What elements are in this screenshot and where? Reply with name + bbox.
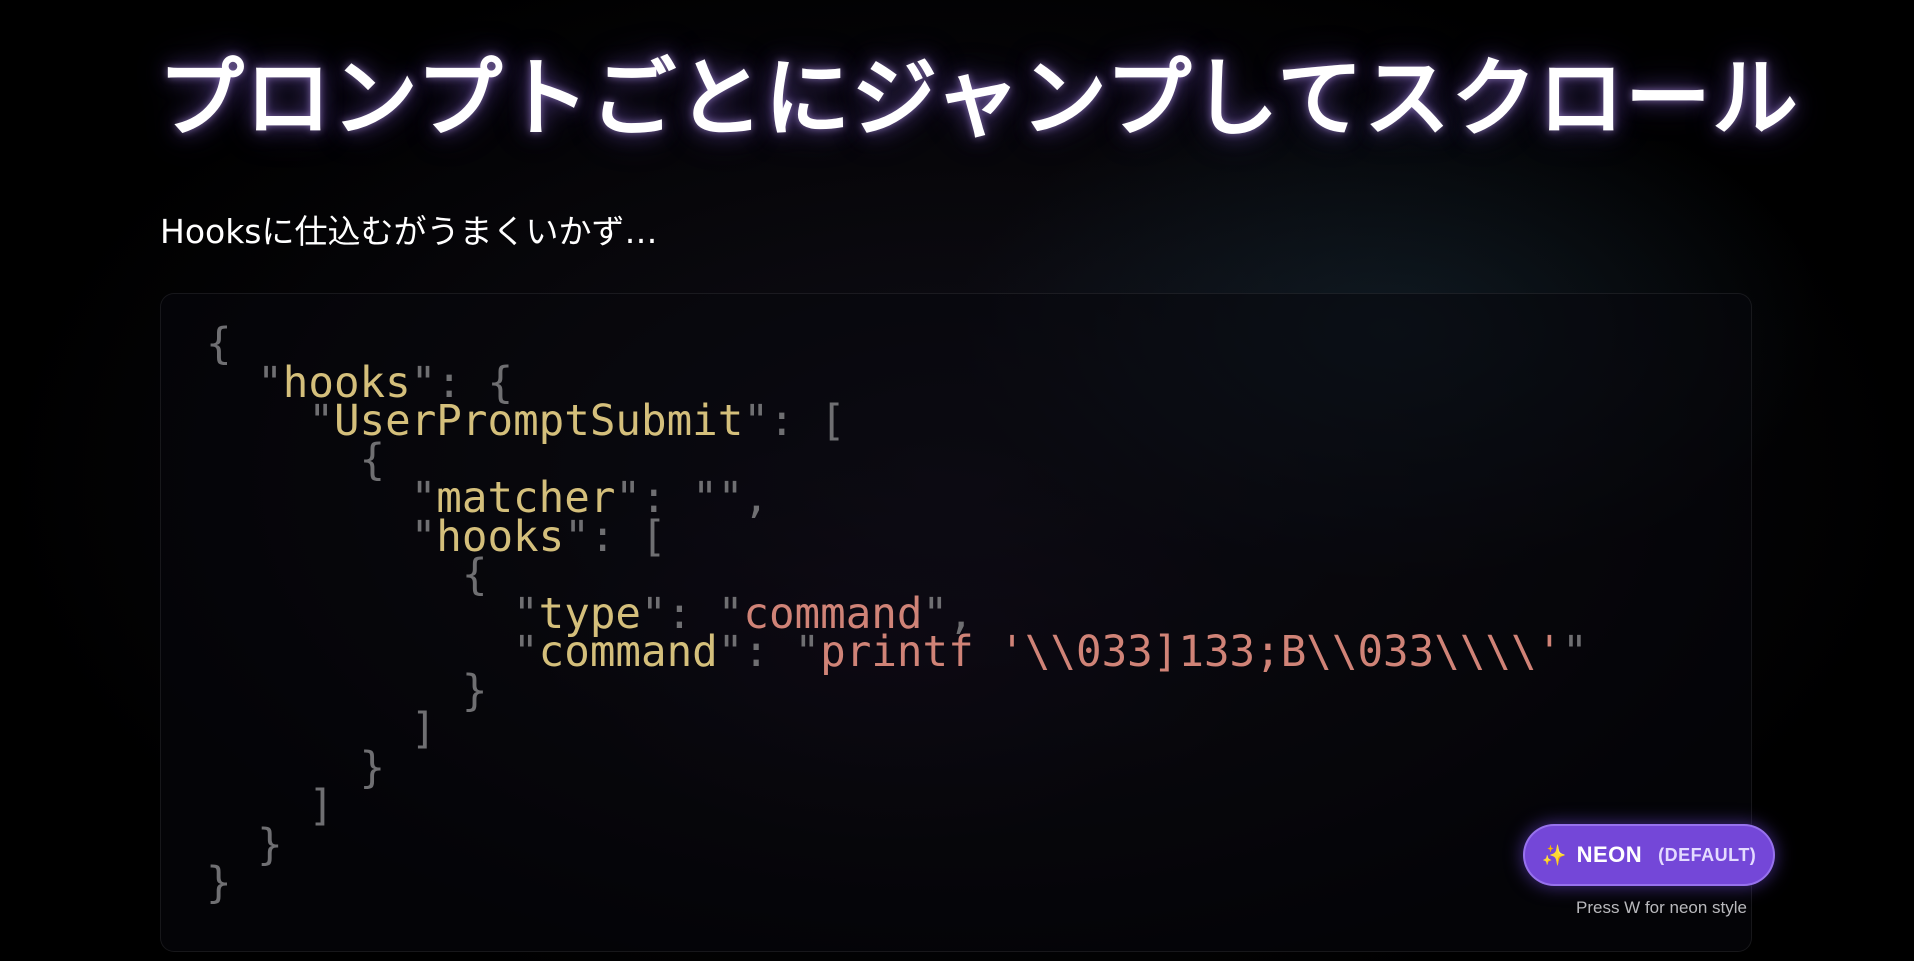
slide: プロンプトごとにジャンプしてスクロール Hooksに仕込むがうまくいかず… { … bbox=[0, 0, 1914, 961]
code-token-punc: " bbox=[1562, 628, 1588, 677]
slide-title: プロンプトごとにジャンプしてスクロール bbox=[158, 49, 1799, 149]
code-token-key: UserPromptSubmit bbox=[333, 397, 744, 446]
code-token-punc: " bbox=[794, 628, 821, 677]
style-hint: Press W for neon style bbox=[1576, 898, 1748, 917]
sparkles-icon: ✨ bbox=[1541, 843, 1567, 867]
code-token-punc: " bbox=[717, 628, 744, 677]
code-line: } bbox=[206, 824, 1588, 867]
code-token-punc: " bbox=[513, 628, 539, 677]
code-content: { "hooks": { "UserPromptSubmit": [ { "ma… bbox=[206, 323, 1588, 905]
code-token-str: printf '\\033]133;B\\033\\\\' bbox=[820, 628, 1563, 677]
code-line: } bbox=[206, 747, 1588, 790]
code-token-punc: " bbox=[743, 397, 769, 446]
code-token-punc: : bbox=[743, 628, 795, 677]
code-token-punc: , bbox=[743, 474, 769, 523]
code-token-punc: } bbox=[206, 859, 232, 908]
code-line: ] bbox=[206, 708, 1588, 751]
style-mode: (DEFAULT) bbox=[1658, 844, 1757, 865]
code-token-punc: " bbox=[564, 512, 590, 562]
style-switcher-button[interactable]: ✨ NEON (DEFAULT) bbox=[1523, 824, 1775, 886]
code-token-punc: : [ bbox=[589, 512, 667, 562]
code-token-key: command bbox=[538, 628, 718, 677]
style-name: NEON bbox=[1576, 842, 1643, 867]
code-token-punc: : [ bbox=[768, 397, 846, 446]
code-line: } bbox=[206, 862, 1588, 905]
code-token-punc: "" bbox=[692, 474, 744, 523]
code-line: ] bbox=[206, 785, 1588, 828]
code-block: { "hooks": { "UserPromptSubmit": [ { "ma… bbox=[160, 293, 1752, 952]
slide-subtitle: Hooksに仕込むがうまくいかず… bbox=[160, 212, 658, 251]
code-line: "UserPromptSubmit": [ bbox=[206, 400, 1588, 443]
